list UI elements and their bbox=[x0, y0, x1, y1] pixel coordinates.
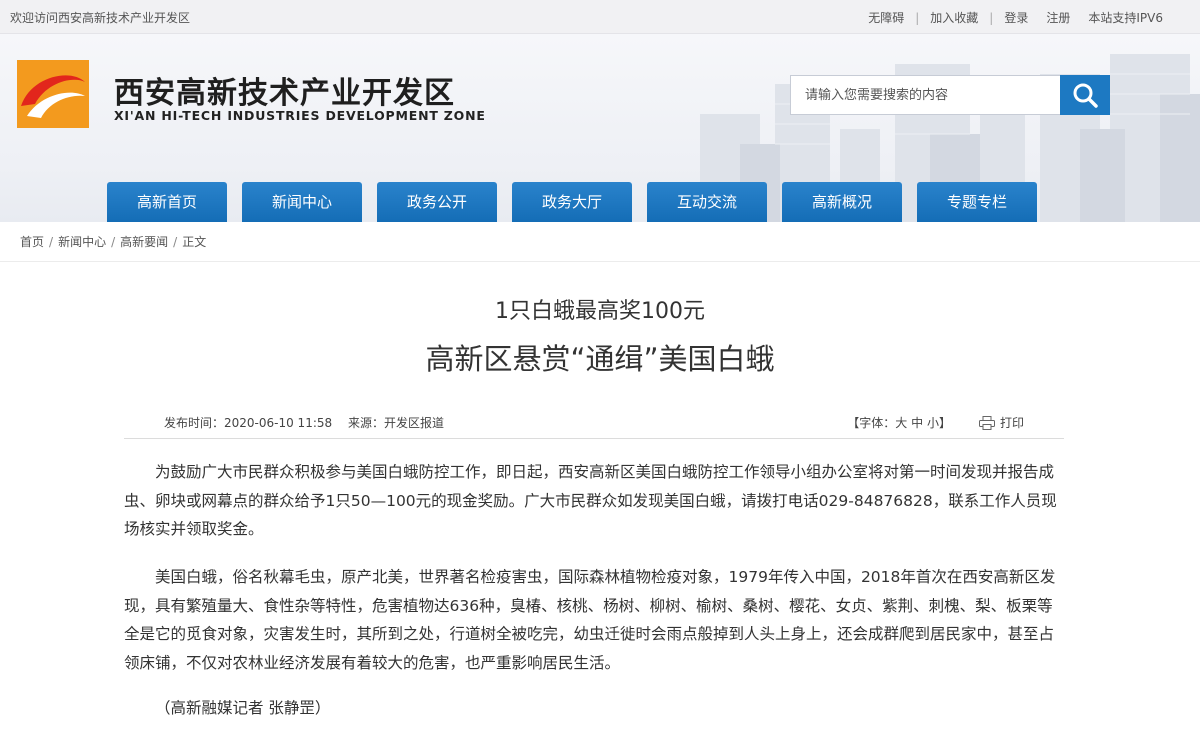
register-link[interactable]: 注册 bbox=[1037, 9, 1079, 26]
nav-service-hall[interactable]: 政务大厅 bbox=[512, 182, 632, 222]
nav-home[interactable]: 高新首页 bbox=[107, 182, 227, 222]
top-links: 无障碍 | 加入收藏 | 登录 注册 本站支持IPV6 bbox=[859, 9, 1172, 26]
print-button[interactable]: 打印 bbox=[978, 414, 1024, 431]
font-size-medium[interactable]: 中 bbox=[911, 414, 923, 431]
ipv6-support-link[interactable]: 本站支持IPV6 bbox=[1079, 9, 1172, 26]
site-header: 西安高新技术产业开发区 XI'AN HI-TECH INDUSTRIES DEV… bbox=[0, 34, 1200, 222]
meta-info: 发布时间：2020-06-10 11:58 来源：开发区报道 bbox=[164, 414, 456, 431]
site-title-cn: 西安高新技术产业开发区 bbox=[114, 76, 455, 111]
separator: / bbox=[49, 234, 54, 249]
accessibility-link[interactable]: 无障碍 bbox=[859, 9, 913, 26]
meta-tools: 【字体： 大 中 小 】 打印 bbox=[847, 414, 1024, 431]
nav-news-center[interactable]: 新闻中心 bbox=[242, 182, 362, 222]
welcome-text: 欢迎访问西安高新技术产业开发区 bbox=[10, 11, 191, 25]
separator: / bbox=[173, 234, 178, 249]
nav-interaction[interactable]: 互动交流 bbox=[647, 182, 767, 222]
top-utility-bar: 欢迎访问西安高新技术产业开发区 无障碍 | 加入收藏 | 登录 注册 本站支持I… bbox=[0, 0, 1200, 34]
article-subtitle: 1只白蛾最高奖100元 bbox=[495, 299, 705, 324]
article-meta: 发布时间：2020-06-10 11:58 来源：开发区报道 【字体： 大 中 … bbox=[124, 405, 1064, 439]
breadcrumb-current: 正文 bbox=[182, 235, 207, 249]
add-favorite-link[interactable]: 加入收藏 bbox=[921, 9, 987, 26]
breadcrumb-home[interactable]: 首页 bbox=[20, 233, 44, 250]
article-reporter: （高新融媒记者 张静罡） bbox=[155, 699, 331, 717]
breadcrumb-news-center[interactable]: 新闻中心 bbox=[58, 233, 106, 250]
separator: / bbox=[111, 234, 116, 249]
print-label: 打印 bbox=[999, 416, 1024, 430]
font-size-large[interactable]: 大 bbox=[895, 414, 907, 431]
article-source: 来源：开发区报道 bbox=[347, 416, 444, 430]
breadcrumb: 首页 / 新闻中心 / 高新要闻 / 正文 bbox=[0, 222, 1200, 262]
font-size-label: 【字体： bbox=[847, 416, 896, 430]
nav-overview[interactable]: 高新概况 bbox=[782, 182, 902, 222]
font-size-small[interactable]: 小 bbox=[927, 414, 939, 431]
main-nav: 高新首页 新闻中心 政务公开 政务大厅 互动交流 高新概况 专题专栏 bbox=[107, 182, 1052, 222]
search-box bbox=[790, 75, 1110, 115]
publish-time: 发布时间：2020-06-10 11:58 bbox=[164, 416, 333, 430]
nav-government-affairs[interactable]: 政务公开 bbox=[377, 182, 497, 222]
article-paragraph-1: 为鼓励广大市民群众积极参与美国白蛾防控工作，即日起，西安高新区美国白蛾防控工作领… bbox=[124, 463, 1057, 538]
printer-icon bbox=[978, 415, 995, 430]
article-headline: 高新区悬赏“通缉”美国白蛾 bbox=[425, 342, 775, 376]
nav-special-topics[interactable]: 专题专栏 bbox=[917, 182, 1037, 222]
login-link[interactable]: 登录 bbox=[995, 9, 1037, 26]
separator: | bbox=[915, 10, 920, 25]
article-paragraph-2: 美国白蛾，俗名秋幕毛虫，原产北美，世界著名检疫害虫，国际森林植物检疫对象，197… bbox=[124, 568, 1056, 672]
search-icon bbox=[1073, 83, 1098, 108]
site-logo-icon[interactable] bbox=[17, 60, 89, 128]
font-size-close: 】 bbox=[938, 416, 951, 430]
breadcrumb-news[interactable]: 高新要闻 bbox=[120, 233, 168, 250]
site-title-en: XI'AN HI-TECH INDUSTRIES DEVELOPMENT ZON… bbox=[114, 108, 486, 123]
search-button[interactable] bbox=[1060, 75, 1110, 115]
separator: | bbox=[989, 10, 994, 25]
search-input[interactable] bbox=[790, 75, 1060, 115]
